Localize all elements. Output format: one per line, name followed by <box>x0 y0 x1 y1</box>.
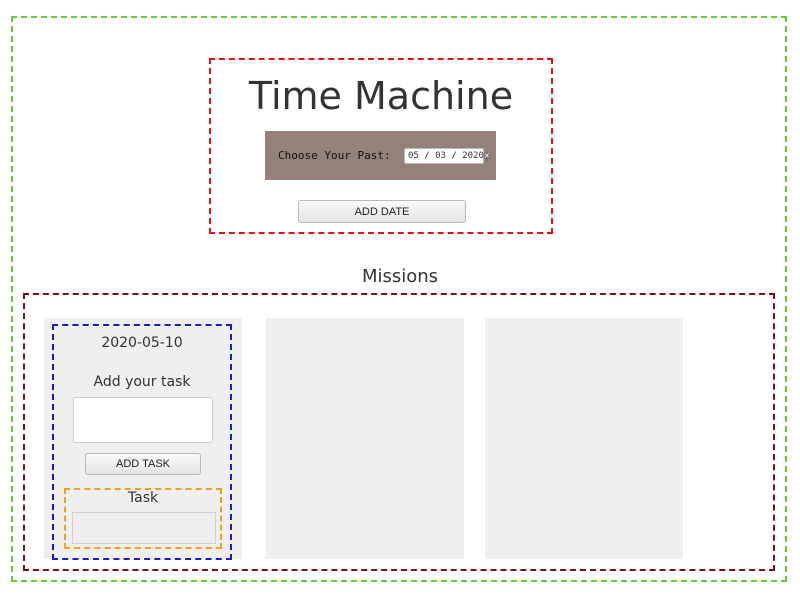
task-item[interactable] <box>72 512 216 544</box>
missions-title: Missions <box>361 266 439 287</box>
date-picker-panel: Choose Your Past: 05 / 03 / 2020 ✕ <box>265 131 496 180</box>
date-input[interactable]: 05 / 03 / 2020 ✕ <box>404 148 490 164</box>
date-input-value: 05 / 03 / 2020 <box>408 151 484 161</box>
mission-card-empty <box>485 318 683 559</box>
time-machine-header: Time Machine Choose Your Past: 05 / 03 /… <box>209 58 553 234</box>
task-input[interactable] <box>73 397 213 443</box>
add-date-button[interactable]: ADD DATE <box>298 200 466 223</box>
mission-card-content: 2020-05-10 Add your task ADD TASK Task <box>52 324 232 560</box>
task-section: Task <box>64 488 222 549</box>
add-task-button[interactable]: ADD TASK <box>85 453 201 475</box>
date-picker-label: Choose Your Past: <box>278 149 391 162</box>
page-title: Time Machine <box>248 74 514 118</box>
mission-card-empty <box>266 318 464 559</box>
clear-circle-icon[interactable]: ✕ <box>483 151 490 161</box>
add-task-label: Add your task <box>93 374 191 390</box>
mission-date: 2020-05-10 <box>101 335 183 351</box>
task-section-label: Task <box>127 490 159 506</box>
